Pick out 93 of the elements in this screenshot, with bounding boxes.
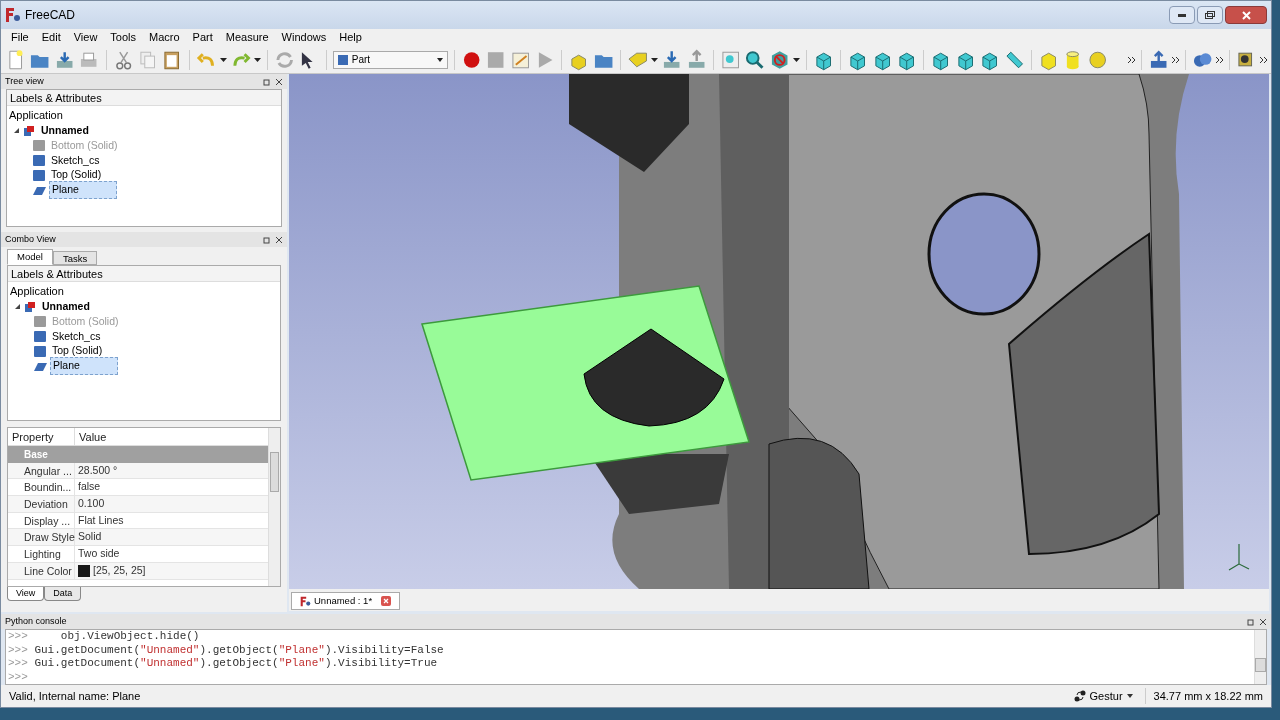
tree-root-label: Application	[8, 108, 64, 123]
tab[interactable]: Data	[44, 587, 82, 601]
group-header: Base	[23, 447, 48, 462]
navigation-icon	[1073, 690, 1086, 702]
minimize-button[interactable]	[1169, 6, 1195, 24]
document-icon	[24, 300, 36, 313]
table-cell: Angular ...	[8, 462, 75, 479]
3d-viewport[interactable]	[289, 74, 1269, 589]
tab[interactable]: View	[7, 587, 45, 601]
app-logo-icon	[300, 595, 311, 607]
minimize-icon	[1178, 13, 1186, 17]
table-cell-text: Flat Lines	[78, 512, 124, 528]
dropdown-caret-icon[interactable]	[254, 57, 262, 62]
column-header: Labels & Attributes	[7, 90, 281, 106]
close-icon[interactable]	[275, 77, 283, 86]
plane-icon	[34, 361, 47, 371]
overflow-chevron-icon[interactable]	[1127, 56, 1135, 63]
plane-icon	[33, 185, 46, 195]
table-cell-text: Solid	[78, 529, 102, 545]
scrollbar[interactable]	[268, 428, 280, 586]
close-button[interactable]	[1225, 6, 1267, 24]
console-line: >>>	[8, 670, 29, 684]
menu-item[interactable]: File	[11, 29, 29, 46]
table-cell-text: false	[78, 479, 101, 495]
float-icon[interactable]	[1247, 617, 1255, 626]
menu-item[interactable]: Macro	[149, 29, 180, 46]
panel-title: Tree view	[5, 74, 45, 88]
panel-title: Python console	[5, 614, 68, 628]
restore-icon	[1205, 11, 1215, 19]
dropdown-caret-icon[interactable]	[220, 57, 227, 62]
overflow-chevron-icon[interactable]	[1171, 56, 1179, 63]
window-title: FreeCAD	[25, 7, 75, 24]
menu-item[interactable]: Help	[339, 29, 362, 46]
close-icon[interactable]	[1259, 617, 1267, 626]
tree-item[interactable]: Plane	[50, 357, 118, 375]
table-cell: Deviation	[8, 496, 75, 512]
menu-item[interactable]: Measure	[225, 29, 269, 46]
scrollbar[interactable]	[1254, 630, 1266, 684]
console-line: >>> Gui.getDocument("Unnamed").getObject("Plane").Visibility=False	[8, 643, 445, 657]
menu-item[interactable]: Edit	[41, 29, 61, 46]
float-icon[interactable]	[263, 77, 271, 86]
panel-title: Combo View	[5, 232, 57, 246]
zoom-icon[interactable]	[744, 48, 766, 71]
document-tab[interactable]: Unnamed : 1*	[291, 592, 401, 610]
close-icon[interactable]	[275, 235, 283, 244]
console-line: >>> obj.ViewObject.hide()	[8, 630, 201, 644]
dimensions-readout: 34.77 mm x 18.22 mm	[1144, 687, 1263, 705]
maximize-button[interactable]	[1197, 6, 1223, 24]
table-cell-text: 28.500 °	[78, 462, 118, 478]
tree-item[interactable]: Plane	[49, 181, 117, 199]
table-cell: Draw Style	[8, 529, 75, 546]
tab[interactable]: Model	[7, 249, 53, 265]
tree-root-label: Application	[9, 284, 65, 299]
float-icon[interactable]	[263, 235, 271, 244]
menu-item[interactable]: View	[73, 29, 98, 46]
expand-arrow-icon[interactable]	[14, 303, 21, 311]
tab[interactable]: Tasks	[52, 251, 98, 265]
overflow-chevron-icon[interactable]	[1216, 56, 1223, 63]
overflow-chevron-icon[interactable]	[1260, 56, 1268, 63]
expand-arrow-icon[interactable]	[13, 127, 20, 135]
solid-cube-icon	[33, 140, 45, 152]
table-cell: Lighting	[8, 546, 75, 562]
solid-cube-icon	[34, 331, 46, 342]
workbench-dropdown[interactable]: Part	[332, 50, 448, 69]
solid-cube-icon	[33, 169, 45, 181]
menu-item[interactable]: Tools	[110, 29, 137, 46]
caret-icon	[1126, 694, 1133, 698]
table-cell: Display ...	[8, 512, 75, 529]
column-header: Property	[8, 428, 75, 445]
dropdown-caret-icon[interactable]	[651, 57, 659, 62]
close-icon	[1241, 10, 1251, 20]
solid-cube-icon	[33, 155, 45, 166]
color-swatch[interactable]	[78, 564, 90, 577]
console-line: >>> Gui.getDocument("Unnamed").getObject("Plane").Visibility=True	[8, 657, 439, 671]
table-cell: 0.100	[78, 496, 105, 512]
status-message: Valid, Internal name: Plane	[9, 688, 142, 704]
column-header: Value	[78, 430, 108, 445]
navigation-style-button[interactable]: Gestur	[1069, 687, 1137, 705]
caret-icon	[436, 57, 443, 62]
menu-item[interactable]: Windows	[281, 29, 327, 46]
table-cell-text: [25, 25, 25]	[93, 562, 146, 578]
solid-cube-icon	[34, 316, 46, 328]
app-logo-icon	[5, 7, 21, 23]
solid-cube-icon	[34, 345, 46, 357]
column-header: Labels & Attributes	[8, 266, 280, 282]
dropdown-caret-icon[interactable]	[793, 57, 800, 62]
table-cell: Line Color	[8, 562, 75, 579]
axis-triad-icon	[1228, 543, 1250, 571]
table-cell: Boundin...	[8, 479, 75, 496]
menu-item[interactable]: Part	[192, 29, 213, 46]
table-cell: Two side	[78, 546, 120, 562]
close-icon[interactable]	[381, 596, 392, 606]
document-icon	[23, 124, 35, 137]
